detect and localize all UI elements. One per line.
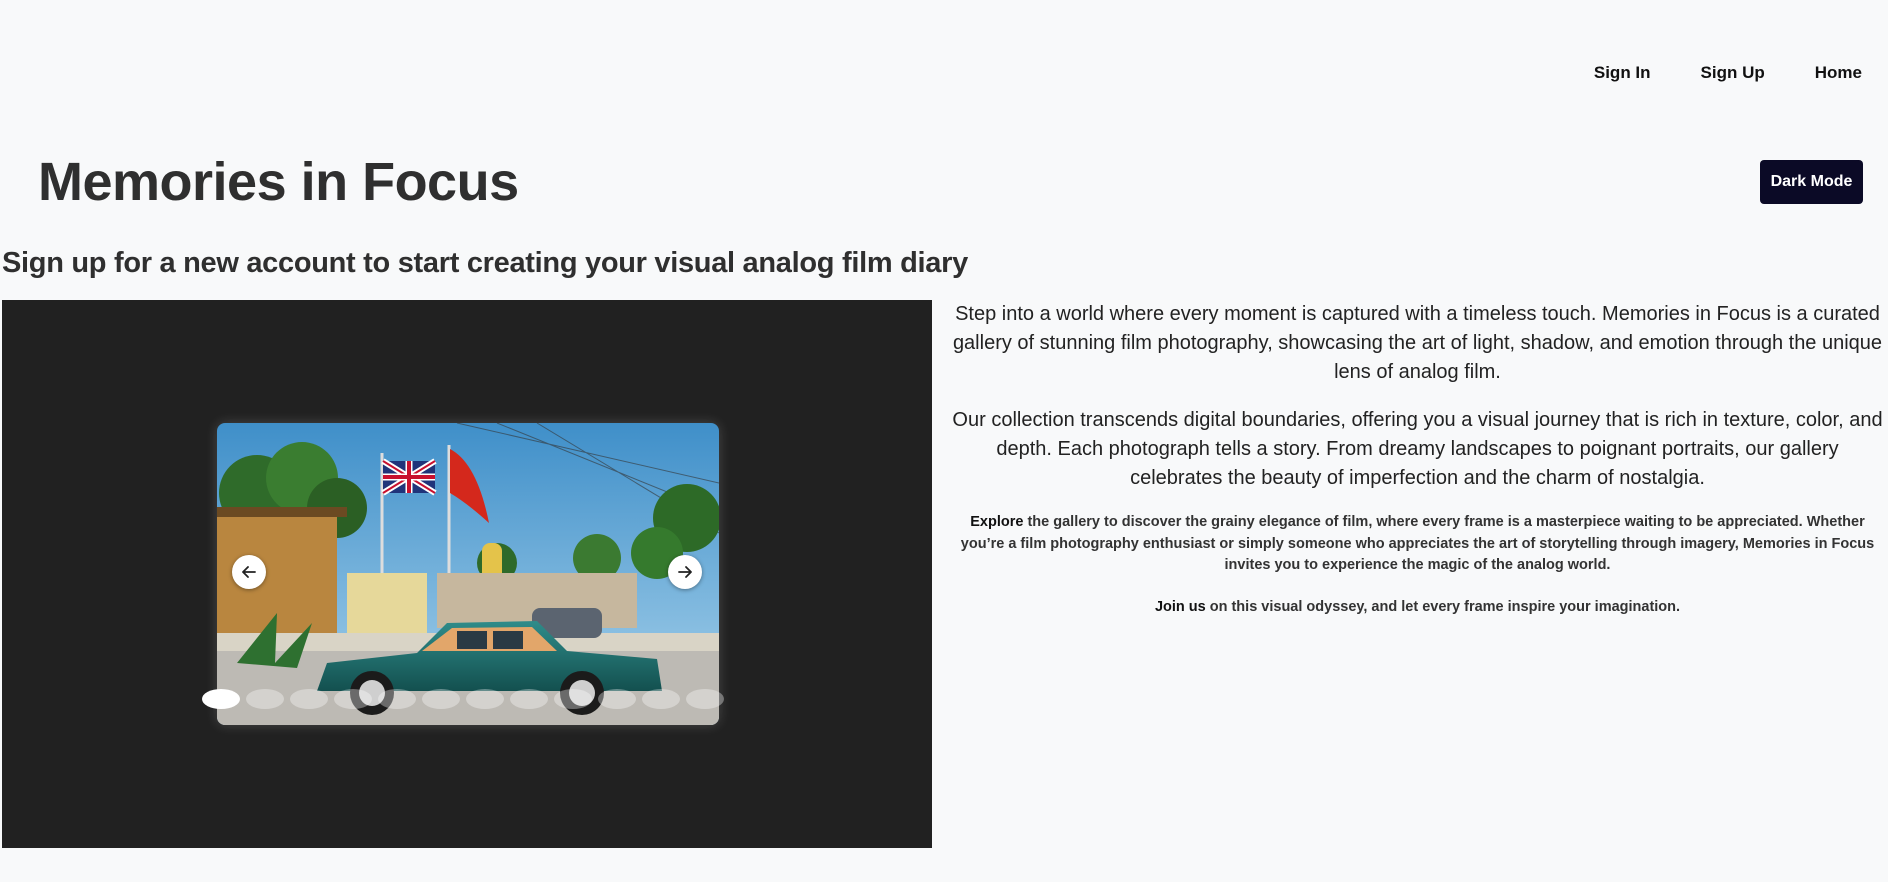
carousel-next-button[interactable] xyxy=(668,555,702,589)
carousel-photo xyxy=(217,423,719,725)
carousel-dot[interactable] xyxy=(246,689,284,709)
carousel-dot[interactable] xyxy=(686,689,724,709)
intro-paragraph-3-text: the gallery to discover the grainy elega… xyxy=(960,514,1875,573)
carousel-dot[interactable] xyxy=(290,689,328,709)
intro-paragraph-1: Step into a world where every moment is … xyxy=(952,303,1883,383)
join-us-emphasis: Join us xyxy=(1154,598,1206,615)
nav-sign-in-link[interactable]: Sign In xyxy=(1594,60,1651,86)
intro-text: Step into a world where every moment is … xyxy=(950,300,1885,638)
nav-sign-up-link[interactable]: Sign Up xyxy=(1701,60,1765,86)
arrow-right-icon xyxy=(678,566,692,578)
carousel-dot[interactable] xyxy=(642,689,680,709)
carousel-dot[interactable] xyxy=(466,689,504,709)
car-photo-image xyxy=(217,423,719,725)
page-subtitle: Sign up for a new account to start creat… xyxy=(2,247,968,279)
intro-paragraph-4-text: on this visual odyssey, and let every fr… xyxy=(1205,598,1681,615)
carousel-dot[interactable] xyxy=(554,689,592,709)
dark-mode-button[interactable]: Dark Mode xyxy=(1760,160,1863,204)
carousel-prev-button[interactable] xyxy=(232,555,266,589)
arrow-left-icon xyxy=(242,566,256,578)
intro-paragraph-3: Explore the gallery to discover the grai… xyxy=(950,512,1885,577)
carousel-dot[interactable] xyxy=(202,689,240,709)
carousel-dot[interactable] xyxy=(378,689,416,709)
explore-emphasis: Explore xyxy=(970,514,1024,530)
carousel-dot[interactable] xyxy=(334,689,372,709)
intro-paragraph-2: Our collection transcends digital bounda… xyxy=(952,409,1883,489)
carousel-dot[interactable] xyxy=(510,689,548,709)
nav-home-link[interactable]: Home xyxy=(1815,60,1862,86)
intro-paragraph-4: Join us on this visual odyssey, and let … xyxy=(950,597,1885,619)
carousel-indicators xyxy=(202,689,724,709)
photo-carousel xyxy=(2,300,932,848)
page-title: Memories in Focus xyxy=(38,152,519,212)
carousel-dot[interactable] xyxy=(422,689,460,709)
top-nav: Sign In Sign Up Home xyxy=(1594,60,1862,86)
carousel-dot[interactable] xyxy=(598,689,636,709)
